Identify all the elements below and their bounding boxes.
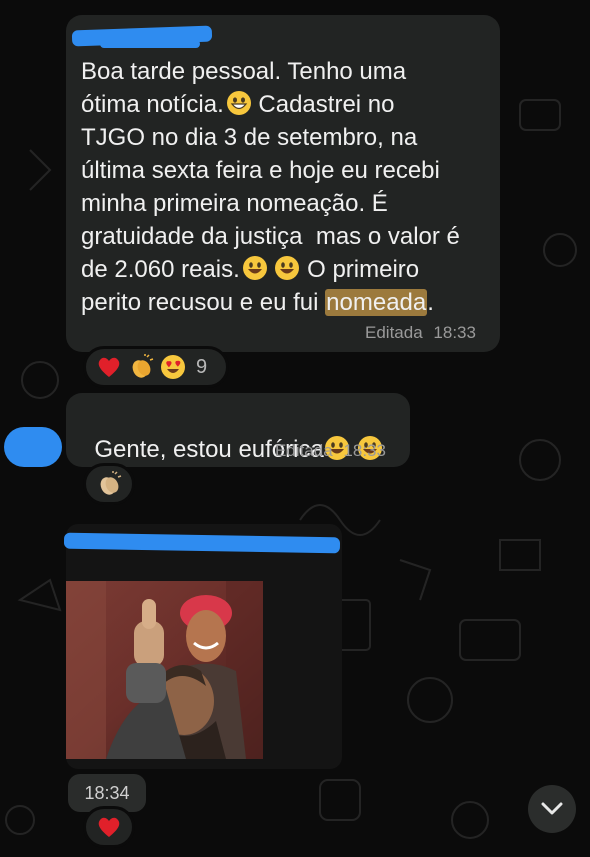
message-text-part: . [427, 289, 434, 316]
edited-label: Editada [275, 441, 333, 460]
message-text-1: Boa tarde pessoal. Tenho uma ótima notíc… [81, 55, 496, 319]
reactions-pill-2[interactable] [83, 463, 135, 505]
heart-eyes [161, 355, 185, 379]
avatar-redacted [4, 427, 62, 467]
search-highlight: nomeada [325, 289, 428, 316]
message-time: 18:33 [433, 323, 476, 342]
scroll-to-bottom-button[interactable] [528, 785, 576, 833]
chevron-down-icon [541, 802, 563, 815]
red-heart [98, 817, 120, 837]
reaction-count: 9 [196, 355, 208, 378]
message-photo[interactable] [66, 581, 263, 759]
smiley-emoji [242, 256, 267, 280]
sender-name-redacted-2 [100, 40, 200, 48]
message-meta-2: Editada 18:33 [275, 441, 386, 461]
message-text-part: Cadastrei no TJGO no dia 3 de setembro, … [81, 91, 460, 283]
clapping-hands [132, 354, 154, 378]
red-heart [98, 357, 120, 377]
edited-label: Editada [365, 323, 423, 342]
reactions-pill-3[interactable] [83, 806, 135, 848]
message-time: 18:34 [84, 782, 130, 803]
photo-thumbs-up [66, 581, 263, 759]
reactions-pill-1[interactable]: 9 [83, 346, 229, 388]
message-time: 18:33 [343, 441, 386, 460]
message-meta-1: Editada 18:33 [365, 323, 476, 343]
clapping-hands [100, 471, 122, 495]
smiley-emoji [275, 256, 300, 280]
grinning-emoji [226, 91, 251, 115]
